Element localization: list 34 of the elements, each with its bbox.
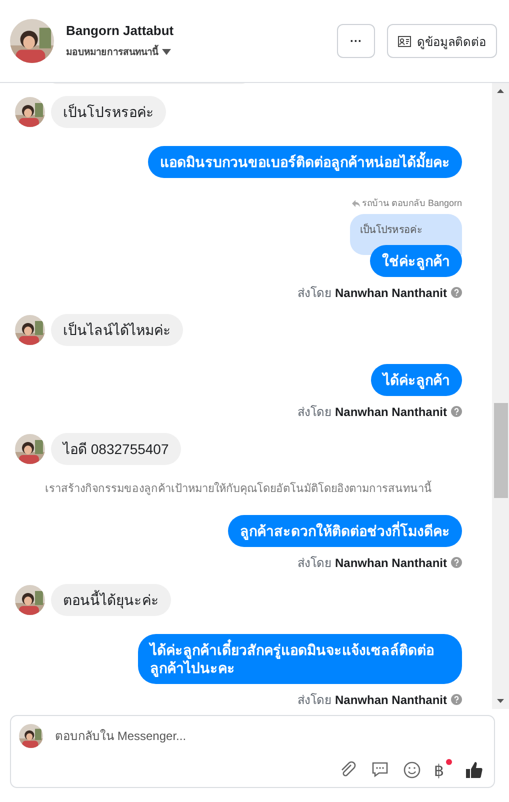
assign-label[interactable]: มอบหมายการสนทนานี้: [66, 44, 158, 59]
sender-label: ส่งโดย Nanwhan Nanthanit: [298, 692, 447, 709]
scroll-up-icon[interactable]: [497, 89, 504, 93]
scroll-down-icon[interactable]: [497, 699, 504, 703]
reply-icon: [352, 200, 360, 206]
sender-label: ส่งโดย Nanwhan Nanthanit: [298, 404, 447, 421]
reply-box[interactable]: ตอบกลับใน Messenger... ฿: [10, 715, 495, 788]
thumbs-up-icon[interactable]: [464, 760, 484, 780]
contact-info-button[interactable]: ดูข้อมูลติดต่อ: [387, 24, 497, 58]
help-icon[interactable]: [451, 694, 462, 705]
message-bubble: ลูกค้าสะดวกให้ติดต่อช่วงกี่โมงดีคะ: [228, 515, 462, 547]
message-bubble: ได้ค่ะลูกค้า: [371, 364, 462, 396]
scrollbar-thumb[interactable]: [494, 403, 508, 498]
help-icon[interactable]: [451, 557, 462, 568]
help-icon[interactable]: [451, 406, 462, 417]
message-bubble: ได้ค่ะลูกค้าเดี๋ยวสักครู่แอดมินจะแจ้งเซลล์ติดต่อลูกค้าไปนะคะ: [138, 634, 462, 684]
emoji-icon[interactable]: [402, 760, 422, 780]
message-bubble: แอดมินรบกวนขอเบอร์ติดต่อลูกค้าหน่อยได้มั้ยคะ: [148, 146, 462, 178]
reply-label: รถบ้าน ตอบกลับ Bangorn: [362, 197, 462, 210]
message-bubble: ไอดี 0832755407: [51, 433, 181, 465]
message-bubble: ตอนนี้ได้ยุนะค่ะ: [51, 584, 171, 616]
more-button[interactable]: ···: [337, 24, 375, 58]
contact-name: Bangorn Jattabut: [66, 23, 175, 38]
activity-notice: เราสร้างกิจกรรมของลูกค้าเป้าหมายให้กับคุณโดยอัตโนมัติโดยอิงตามการสนทนานี้: [15, 479, 462, 497]
help-icon[interactable]: [451, 287, 462, 298]
message-bubble: เป็นโปรหรอค่ะ: [51, 96, 166, 128]
sender-label: ส่งโดย Nanwhan Nanthanit: [298, 285, 447, 302]
sender-label: ส่งโดย Nanwhan Nanthanit: [298, 555, 447, 572]
payment-button[interactable]: ฿: [434, 759, 452, 781]
chat-icon[interactable]: [370, 760, 390, 780]
message-bubble: เป็นไลน์ได้ไหมค่ะ: [51, 314, 183, 346]
message-bubble: ใช่ค่ะลูกค้า: [370, 245, 462, 277]
caret-icon[interactable]: [162, 48, 171, 54]
id-card-icon: [398, 36, 411, 46]
